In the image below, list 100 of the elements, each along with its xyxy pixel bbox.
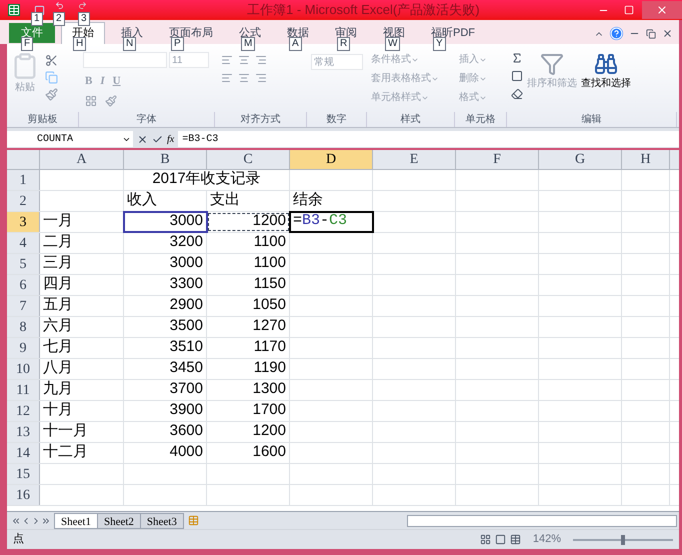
group-label: 编辑 [582, 112, 602, 127]
funnel-icon [540, 52, 564, 76]
new-sheet-icon[interactable] [188, 515, 199, 526]
keytip: P [171, 37, 184, 51]
sheet-tab[interactable]: Sheet3 [140, 512, 184, 528]
keytip: F [21, 37, 34, 51]
group-label: 字体 [136, 112, 156, 127]
row-header[interactable]: 6 [7, 275, 40, 295]
table-cell: 3000 [124, 212, 207, 232]
row-header[interactable]: 11 [7, 380, 40, 400]
zoom-slider-thumb[interactable] [621, 534, 625, 544]
table-cell: 八月 [40, 359, 124, 379]
formula-field[interactable]: =B3-C3 [178, 131, 679, 147]
group-label: 单元格 [466, 112, 496, 127]
column-header[interactable]: E [373, 150, 456, 169]
align-center-icon[interactable] [238, 72, 250, 84]
group-label: 剪贴板 [28, 112, 58, 127]
table-cell: 五月 [40, 296, 124, 316]
window-title: 工作簿1 - Microsoft Excel(产品激活失败) [247, 1, 480, 20]
autosum-icon[interactable] [511, 52, 523, 64]
row-header[interactable]: 16 [7, 485, 40, 505]
row-header[interactable]: 7 [7, 296, 40, 316]
table-cell: 3510 [124, 338, 207, 358]
name-box[interactable]: COUNTA [7, 131, 133, 147]
zoom-level: 142% [532, 532, 561, 548]
table-cell: 3600 [124, 422, 207, 442]
row-header[interactable]: 8 [7, 317, 40, 337]
column-header[interactable]: A [40, 150, 124, 169]
keytip: W [385, 37, 400, 51]
row-header[interactable]: 15 [7, 464, 40, 484]
row-header[interactable]: 4 [7, 233, 40, 253]
row-header[interactable]: 2 [7, 191, 40, 211]
column-header[interactable]: G [539, 150, 622, 169]
binoculars-icon [594, 52, 618, 76]
enter-icon[interactable] [152, 134, 163, 144]
clear-icon[interactable] [511, 88, 523, 100]
table-cell: 1190 [207, 359, 290, 379]
formula-token: - [320, 210, 330, 230]
group-label: 数字 [326, 112, 346, 127]
row-header[interactable]: 5 [7, 254, 40, 274]
column-header[interactable]: H [622, 150, 670, 169]
close-button[interactable] [642, 1, 682, 19]
normal-view-icon[interactable] [480, 534, 491, 545]
row-header[interactable]: 10 [7, 359, 40, 379]
keytip: 2 [53, 12, 65, 26]
align-left-icon[interactable] [221, 72, 233, 84]
row-header[interactable]: 9 [7, 338, 40, 358]
table-cell: 六月 [40, 317, 124, 337]
close-icon[interactable] [662, 28, 673, 39]
table-cell: 1170 [207, 338, 290, 358]
row-header[interactable]: 13 [7, 422, 40, 442]
border-icon[interactable] [85, 94, 97, 106]
keytip: N [123, 37, 136, 51]
excel-icon [8, 4, 20, 16]
keytip: A [289, 37, 302, 51]
table-cell: 1100 [207, 233, 290, 253]
row-header[interactable]: 1 [7, 170, 40, 190]
insert-function-button[interactable]: fx [167, 132, 174, 146]
sheet-tab[interactable]: Sheet1 [54, 512, 98, 528]
table-cell: 二月 [40, 233, 124, 253]
cancel-icon[interactable] [137, 134, 148, 144]
formula-token: = [293, 210, 302, 230]
table-cell: 七月 [40, 338, 124, 358]
row-header[interactable]: 3 [7, 212, 40, 232]
formula-token: C3 [329, 210, 348, 230]
keytip: Y [433, 37, 446, 51]
sheet-tab[interactable]: Sheet2 [96, 512, 141, 528]
table-cell: 3000 [124, 254, 207, 274]
status-mode: 点 [13, 532, 24, 548]
table-cell: 1600 [207, 443, 290, 463]
keytip: R [337, 37, 350, 51]
horizontal-scrollbar[interactable] [407, 514, 677, 526]
column-header[interactable]: F [456, 150, 539, 169]
table-cell: 2017年收支记录 [124, 170, 290, 190]
redo-icon[interactable] [78, 1, 87, 10]
formula-input-cell[interactable]: =B3-C3 [290, 212, 373, 232]
row-header[interactable]: 14 [7, 443, 40, 463]
table-cell: 3300 [124, 275, 207, 295]
format-painter-icon[interactable] [45, 88, 58, 101]
table-cell: 2900 [124, 296, 207, 316]
table-cell: 收入 [124, 191, 207, 211]
help-icon[interactable] [610, 27, 623, 40]
editing-button[interactable]: 查找和选择 [581, 52, 631, 112]
column-header[interactable]: D [290, 150, 373, 169]
restore-icon[interactable] [646, 28, 656, 38]
fill-color-icon[interactable] [105, 94, 117, 106]
first-sheet-icon[interactable] [11, 516, 21, 526]
undo-icon[interactable] [55, 1, 64, 10]
table-cell: 四月 [40, 275, 124, 295]
cut-icon[interactable] [45, 54, 58, 67]
table-cell: 1050 [207, 296, 290, 316]
row-header[interactable]: 12 [7, 401, 40, 421]
table-cell: 3450 [124, 359, 207, 379]
last-sheet-icon[interactable] [41, 516, 51, 526]
table-cell: 结余 [290, 191, 373, 211]
table-cell: 1700 [207, 401, 290, 421]
align-right-icon[interactable] [255, 72, 267, 84]
font-name-field[interactable] [83, 52, 167, 68]
column-header[interactable]: B [124, 150, 207, 169]
table-cell: 十二月 [40, 443, 124, 463]
